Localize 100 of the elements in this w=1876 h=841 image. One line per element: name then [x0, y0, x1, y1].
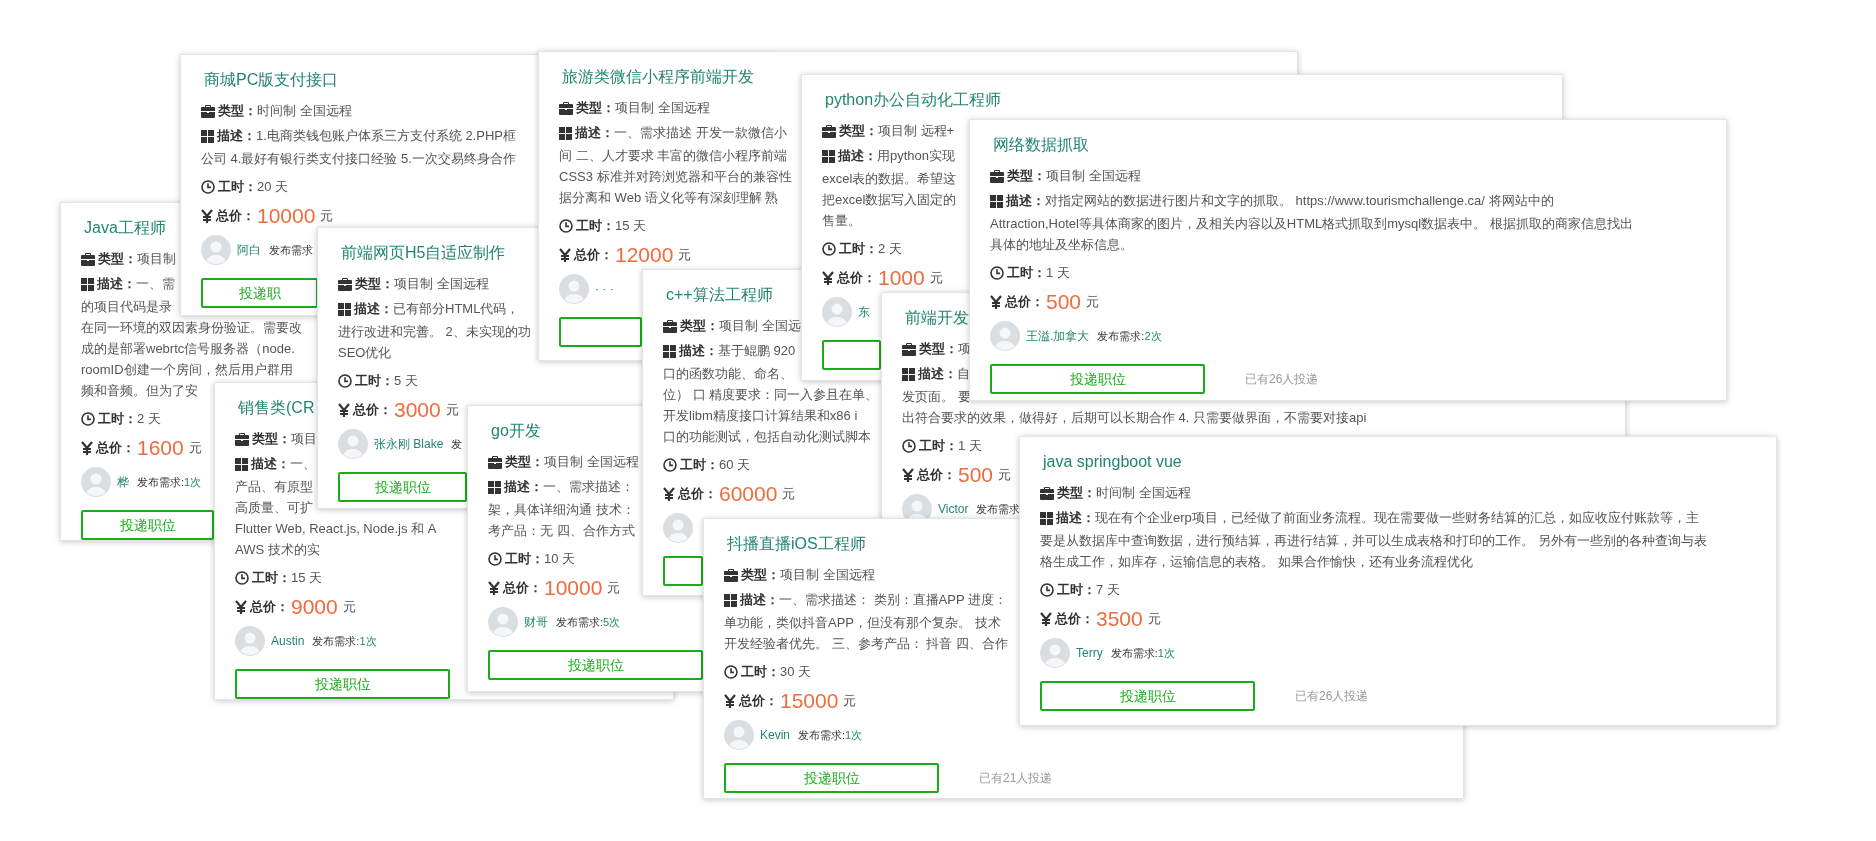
field-label: 类型：: [839, 122, 878, 141]
clock-icon: [488, 552, 502, 566]
price-value: 1000: [878, 265, 925, 292]
user-name: Victor: [938, 501, 969, 518]
apply-button[interactable]: [663, 556, 703, 586]
description-text: 具体的地址及坐标信息。: [990, 236, 1133, 254]
field-label: 工时：: [218, 178, 257, 197]
field-value: 时间制 全国远程: [1096, 484, 1191, 503]
clock-icon: [663, 458, 677, 472]
yen-icon: [1040, 612, 1052, 626]
apply-button[interactable]: 投递职位: [1040, 681, 1255, 711]
apply-button[interactable]: [822, 340, 881, 370]
field-label: 工时：: [1057, 581, 1096, 600]
price-value: 10000: [257, 203, 316, 230]
briefcase-icon: [201, 104, 215, 118]
yen-icon: [81, 441, 93, 455]
grid-icon: [559, 126, 572, 140]
avatar: [235, 626, 265, 656]
grid-icon: [201, 129, 214, 143]
field-label: 总价：: [574, 246, 613, 265]
apply-button[interactable]: 投递职位: [488, 650, 703, 680]
post-count-label: 发布需求:: [312, 633, 360, 649]
apply-button[interactable]: 投递职位: [235, 669, 450, 699]
price-value: 12000: [615, 242, 674, 269]
clock-icon: [1040, 583, 1054, 597]
description-text: 口的函数功能、命名、: [663, 365, 793, 383]
job-title: 网络数据抓取: [992, 135, 1089, 155]
post-count: 1次: [184, 474, 202, 490]
field-label: 描述：: [1056, 509, 1095, 528]
post-count-label: 发布需求:: [1110, 645, 1158, 661]
field-label: 类型：: [505, 453, 544, 472]
currency-unit: 元: [445, 401, 459, 420]
field-label: 总价：: [216, 207, 255, 226]
post-count: 5次: [603, 614, 621, 630]
avatar: [990, 321, 1020, 351]
field-value: 项: [958, 340, 971, 359]
field-label: 描述：: [838, 147, 877, 166]
field-value: 项目制 全国远程: [544, 453, 639, 472]
field-value: 项目制 全国远程: [780, 566, 875, 585]
avatar: [1040, 638, 1070, 668]
field-label: 描述：: [575, 124, 614, 143]
field-label: 描述：: [740, 591, 779, 610]
description-text: 频和音频。但为了安: [81, 382, 198, 400]
clock-icon: [81, 412, 95, 426]
applicant-count: 已有21人投递: [979, 770, 1053, 787]
apply-button[interactable]: 投递职: [201, 278, 318, 308]
clock-icon: [902, 439, 916, 453]
currency-unit: 元: [1086, 293, 1100, 312]
price-value: 3500: [1096, 606, 1143, 633]
job-title: 商城PC版支付接口: [203, 70, 339, 90]
description-text: 在同一环境的双因素身份验证。需要改: [81, 319, 302, 337]
clock-icon: [338, 374, 352, 388]
grid-icon: [1040, 511, 1053, 525]
field-label: 工时：: [252, 569, 291, 588]
description-text: 一、需: [136, 275, 175, 294]
description-text: 一、需求描述： 类别：直播APP 进度：: [779, 591, 1007, 610]
yen-icon: [235, 600, 247, 614]
yen-icon: [902, 468, 914, 482]
user-name: · · ·: [595, 281, 614, 298]
briefcase-icon: [559, 101, 573, 115]
briefcase-icon: [724, 568, 738, 582]
field-label: 描述：: [504, 478, 543, 497]
job-title: java springboot vue: [1041, 452, 1182, 472]
apply-button[interactable]: 投递职位: [338, 472, 467, 502]
user-name: Austin: [271, 633, 305, 650]
field-label: 类型：: [919, 340, 958, 359]
apply-button[interactable]: [559, 317, 642, 347]
post-count-label: 发布需求:: [1097, 328, 1145, 344]
field-label: 工时：: [680, 456, 719, 475]
description-text: AWS 技术的实: [235, 541, 320, 559]
job-title: 销售类(CR: [237, 398, 315, 418]
field-value: 项目制: [137, 250, 176, 269]
field-label: 工时：: [741, 663, 780, 682]
user-name: 桦: [117, 474, 129, 491]
job-title: 抖播直播iOS工程师: [726, 534, 866, 554]
apply-button[interactable]: 投递职位: [724, 763, 939, 793]
user-name: Terry: [1076, 645, 1103, 662]
field-label: 类型：: [1007, 167, 1046, 186]
description-text: 一、需求描述：: [543, 478, 634, 497]
description-text: 自: [957, 365, 970, 384]
field-label: 描述：: [354, 300, 393, 319]
description-text: 基于鲲鹏 920: [718, 342, 796, 361]
currency-unit: 元: [843, 692, 857, 711]
currency-unit: 元: [998, 466, 1012, 485]
apply-button[interactable]: 投递职位: [81, 510, 214, 540]
field-label: 类型：: [741, 566, 780, 585]
description-text: 产品、有原型: [235, 478, 313, 496]
user-name: Kevin: [760, 727, 791, 744]
apply-button[interactable]: 投递职位: [990, 364, 1205, 394]
currency-unit: 元: [188, 439, 202, 458]
field-label: 总价：: [353, 401, 392, 420]
post-count: 2次: [1144, 328, 1162, 344]
post-count: 1次: [359, 633, 377, 649]
description-text: 单功能，类似抖音APP，但没有那个复杂。 技术: [724, 614, 1001, 632]
field-value: 1 天: [1046, 264, 1070, 283]
field-label: 总价：: [837, 269, 876, 288]
avatar: [488, 607, 518, 637]
yen-icon: [822, 271, 834, 285]
field-value: 时间制 全国远程: [257, 102, 352, 121]
field-label: 类型：: [680, 317, 719, 336]
